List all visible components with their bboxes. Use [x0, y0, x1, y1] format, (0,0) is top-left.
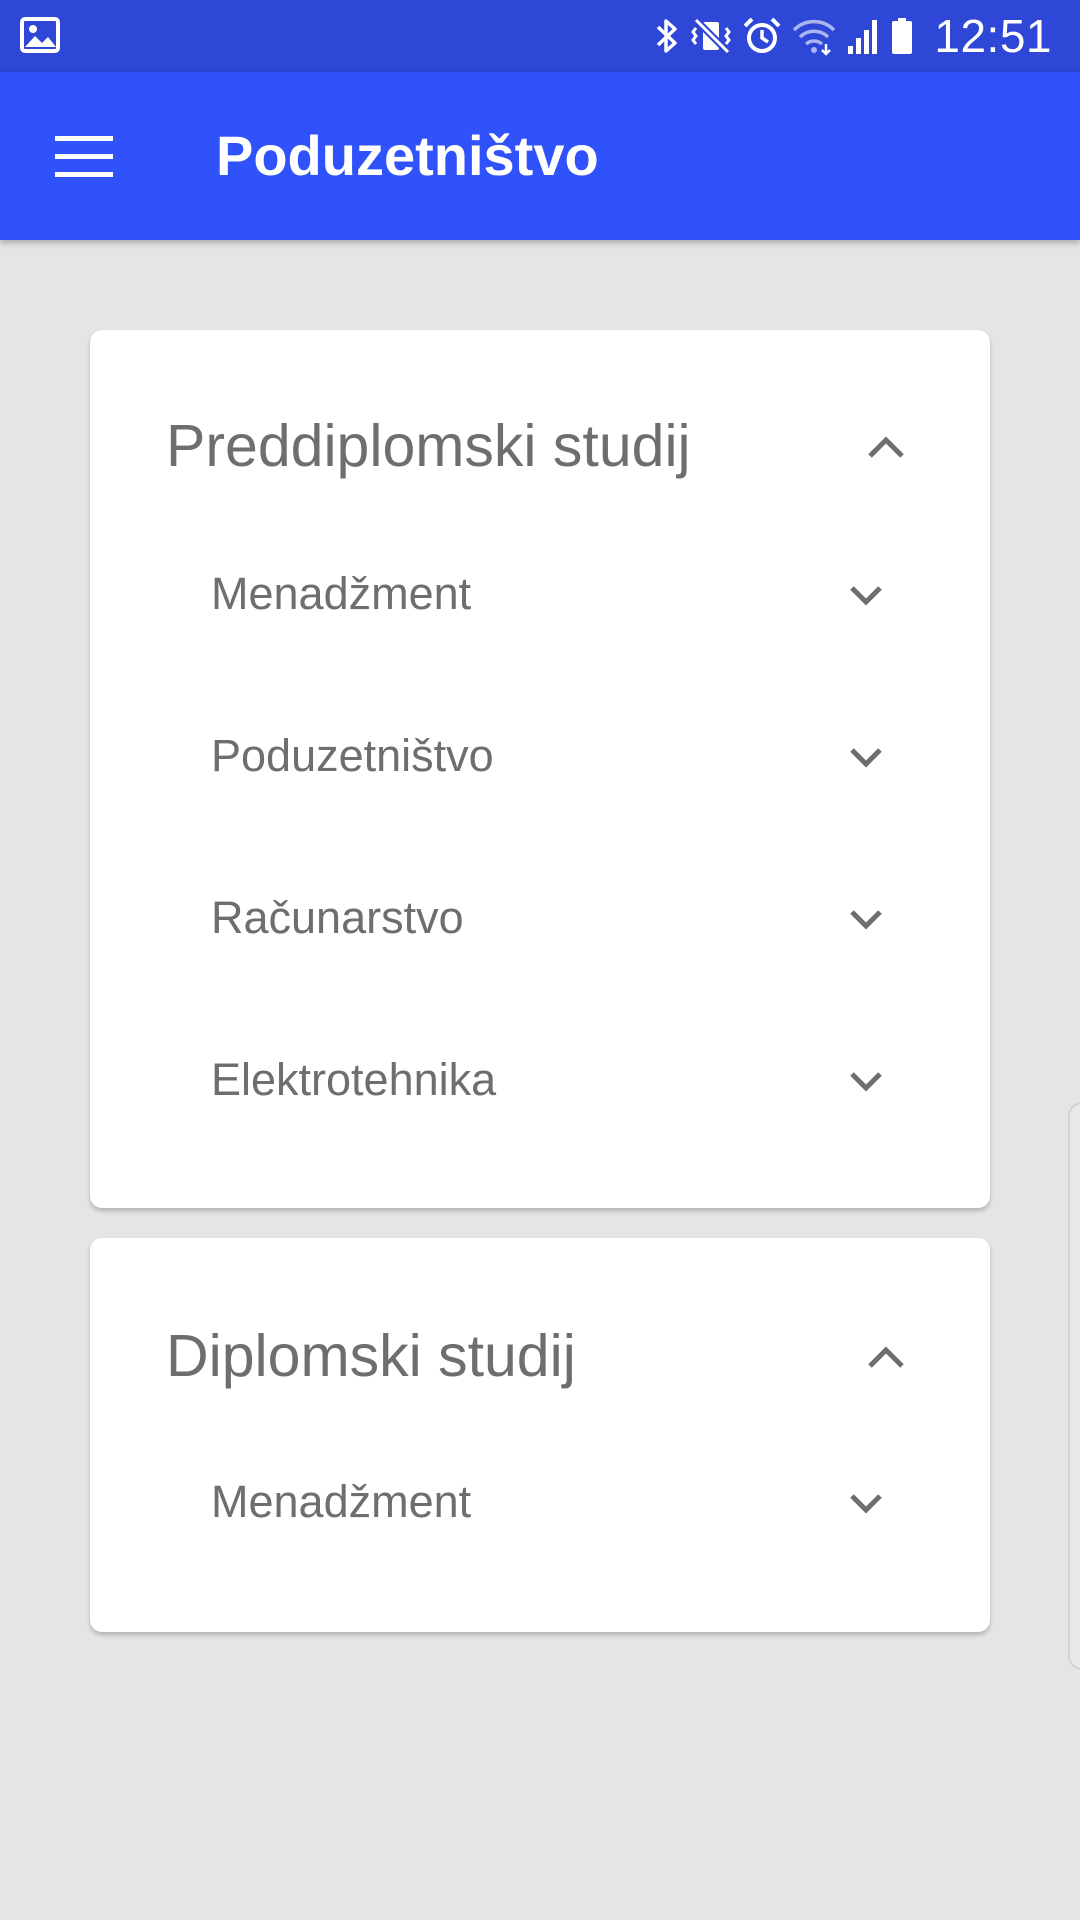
chevron-down-icon — [846, 578, 886, 612]
list-item-label: Poduzetništvo — [211, 730, 494, 781]
chevron-down-icon — [846, 902, 886, 936]
wifi-icon — [792, 16, 836, 56]
chevron-down-icon — [846, 1486, 886, 1520]
edge-panel-handle[interactable] — [1068, 1102, 1080, 1670]
list-item-poduzetnistvo[interactable]: Poduzetništvo — [90, 696, 990, 816]
bluetooth-icon — [654, 16, 680, 56]
vibrate-mute-icon — [690, 16, 732, 56]
section-title: Preddiplomski studij — [166, 413, 691, 479]
list-item-menadzment[interactable]: Menadžment — [90, 1442, 990, 1562]
list-item-label: Računarstvo — [211, 892, 464, 943]
status-bar: 12:51 — [0, 0, 1080, 72]
chevron-down-icon — [846, 1064, 886, 1098]
image-icon — [20, 17, 62, 55]
chevron-down-icon — [846, 740, 886, 774]
chevron-up-icon — [862, 426, 910, 466]
list-item-label: Menadžment — [211, 568, 472, 619]
section-header-undergraduate[interactable]: Preddiplomski studij — [90, 386, 990, 506]
section-title: Diplomski studij — [166, 1323, 576, 1389]
list-item-menadzment[interactable]: Menadžment — [90, 534, 990, 654]
battery-icon — [890, 16, 914, 56]
list-item-label: Elektrotehnika — [211, 1054, 497, 1105]
section-card-graduate: Diplomski studij Menadžment — [90, 1238, 990, 1632]
section-card-undergraduate: Preddiplomski studij Menadžment Poduzetn… — [90, 330, 990, 1208]
list-item-racunarstvo[interactable]: Računarstvo — [90, 858, 990, 978]
status-icons: 12:51 — [654, 0, 1052, 72]
list-item-label: Menadžment — [211, 1476, 472, 1527]
alarm-icon — [742, 16, 782, 56]
list-item-elektrotehnika[interactable]: Elektrotehnika — [90, 1020, 990, 1140]
signal-icon — [846, 16, 880, 56]
status-time: 12:51 — [934, 10, 1052, 62]
section-header-graduate[interactable]: Diplomski studij — [90, 1296, 990, 1416]
page-title: Poduzetništvo — [216, 124, 599, 187]
menu-button[interactable] — [30, 108, 138, 204]
chevron-up-icon — [862, 1336, 910, 1376]
app-bar: Poduzetništvo — [0, 72, 1080, 240]
